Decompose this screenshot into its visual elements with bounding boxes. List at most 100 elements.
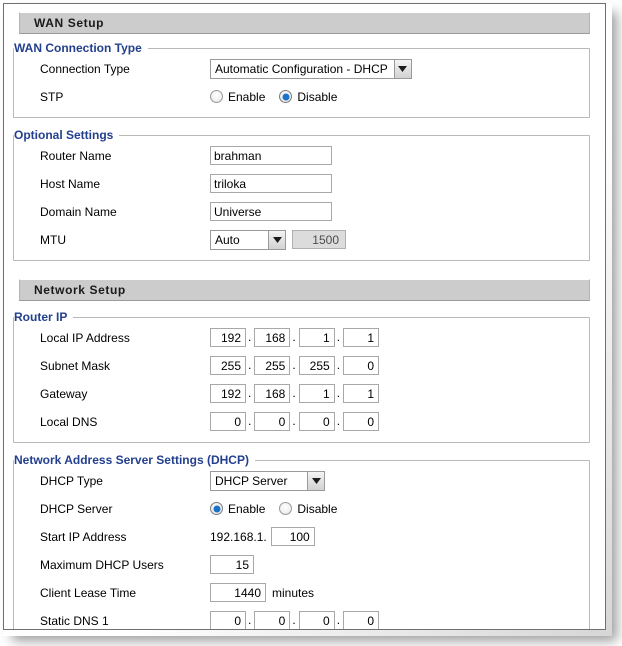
static-dns-1-octet-2[interactable] — [254, 611, 290, 630]
local-dns-octet-2[interactable] — [254, 412, 290, 431]
local-dns-octet-3[interactable] — [299, 412, 335, 431]
row-local-ip-address: Local IP Address . . . — [14, 327, 589, 348]
field-local-ip-address: . . . — [210, 328, 589, 347]
connection-type-select-value: Automatic Configuration - DHCP — [211, 60, 394, 78]
ip-separator: . — [290, 412, 298, 431]
ip-separator: . — [246, 611, 254, 630]
static-dns-1-octet-3[interactable] — [299, 611, 335, 630]
mtu-size-input — [292, 230, 346, 249]
client-lease-time-input[interactable] — [210, 583, 266, 602]
local-ip-octet-3[interactable] — [299, 328, 335, 347]
mtu-mode-select-value: Auto — [211, 231, 268, 249]
group-legend-dhcp-settings: Network Address Server Settings (DHCP) — [14, 453, 255, 467]
radio-indicator — [279, 502, 292, 515]
ip-separator: . — [335, 384, 343, 403]
stp-radio-enable[interactable]: Enable — [210, 90, 265, 104]
local-ip-octet-1[interactable] — [210, 328, 246, 347]
row-subnet-mask: Subnet Mask . . . — [14, 355, 589, 376]
chevron-down-icon — [307, 472, 324, 490]
row-connection-type: Connection Type Automatic Configuration … — [14, 58, 589, 79]
group-dhcp-settings: Network Address Server Settings (DHCP) D… — [13, 460, 590, 630]
row-local-dns: Local DNS . . . — [14, 411, 589, 432]
group-legend-router-ip: Router IP — [14, 310, 73, 324]
local-ip-octet-2[interactable] — [254, 328, 290, 347]
local-dns-octet-1[interactable] — [210, 412, 246, 431]
client-lease-time-unit: minutes — [266, 586, 314, 600]
router-name-input[interactable] — [210, 146, 332, 165]
field-local-dns: . . . — [210, 412, 589, 431]
field-dhcp-type: DHCP Server — [210, 471, 589, 491]
row-maximum-dhcp-users: Maximum DHCP Users — [14, 554, 589, 575]
field-stp: Enable Disable — [210, 90, 589, 104]
start-ip-last-octet-input[interactable] — [271, 527, 315, 546]
subnet-mask-octet-4[interactable] — [343, 356, 379, 375]
stp-radio-disable[interactable]: Disable — [279, 90, 337, 104]
connection-type-select[interactable]: Automatic Configuration - DHCP — [210, 59, 412, 79]
field-mtu: Auto — [210, 230, 589, 250]
group-optional-settings: Optional Settings Router Name Host Name … — [13, 135, 590, 261]
field-gateway: . . . — [210, 384, 589, 403]
row-domain-name: Domain Name — [14, 201, 589, 222]
subnet-mask-octet-3[interactable] — [299, 356, 335, 375]
ip-separator: . — [290, 611, 298, 630]
router-setup-page: WAN Setup WAN Connection Type Connection… — [3, 3, 606, 630]
label-dhcp-server: DHCP Server — [14, 502, 210, 516]
ip-separator: . — [290, 384, 298, 403]
stp-radio-group: Enable Disable — [210, 90, 351, 104]
radio-indicator — [210, 90, 223, 103]
label-gateway: Gateway — [14, 387, 210, 401]
field-domain-name — [210, 202, 589, 221]
section-title-network-setup: Network Setup — [20, 283, 126, 297]
label-start-ip-address: Start IP Address — [14, 530, 210, 544]
mtu-mode-select[interactable]: Auto — [210, 230, 286, 250]
group-legend-optional-settings: Optional Settings — [14, 128, 119, 142]
label-dhcp-type: DHCP Type — [14, 474, 210, 488]
dhcp-type-select[interactable]: DHCP Server — [210, 471, 325, 491]
local-ip-octet-4[interactable] — [343, 328, 379, 347]
local-dns-octet-4[interactable] — [343, 412, 379, 431]
dhcp-type-select-value: DHCP Server — [211, 472, 307, 490]
dhcp-server-radio-enable[interactable]: Enable — [210, 502, 265, 516]
host-name-input[interactable] — [210, 174, 332, 193]
ip-separator: . — [335, 328, 343, 347]
page-content: WAN Setup WAN Connection Type Connection… — [4, 4, 605, 630]
section-bar-wan-setup: WAN Setup — [19, 12, 590, 34]
label-connection-type: Connection Type — [14, 62, 210, 76]
ip-separator: . — [335, 356, 343, 375]
row-client-lease-time: Client Lease Time minutes — [14, 582, 589, 603]
row-mtu: MTU Auto — [14, 229, 589, 250]
dhcp-server-radio-enable-label: Enable — [228, 502, 265, 516]
field-host-name — [210, 174, 589, 193]
ip-separator: . — [246, 328, 254, 347]
dhcp-server-radio-disable[interactable]: Disable — [279, 502, 337, 516]
gateway-octet-3[interactable] — [299, 384, 335, 403]
label-local-dns: Local DNS — [14, 415, 210, 429]
ip-separator: . — [290, 328, 298, 347]
static-dns-1-octet-1[interactable] — [210, 611, 246, 630]
label-stp: STP — [14, 90, 210, 104]
ip-separator: . — [335, 611, 343, 630]
subnet-mask-octet-1[interactable] — [210, 356, 246, 375]
ip-separator: . — [246, 384, 254, 403]
gateway-octet-1[interactable] — [210, 384, 246, 403]
stp-radio-enable-label: Enable — [228, 90, 265, 104]
ip-separator: . — [246, 356, 254, 375]
gateway-octet-2[interactable] — [254, 384, 290, 403]
group-wan-connection-type: WAN Connection Type Connection Type Auto… — [13, 48, 590, 118]
ip-separator: . — [246, 412, 254, 431]
field-connection-type: Automatic Configuration - DHCP — [210, 59, 589, 79]
maximum-dhcp-users-input[interactable] — [210, 555, 254, 574]
section-title-wan-setup: WAN Setup — [20, 16, 104, 30]
gateway-octet-4[interactable] — [343, 384, 379, 403]
subnet-mask-octet-2[interactable] — [254, 356, 290, 375]
label-local-ip-address: Local IP Address — [14, 331, 210, 345]
ip-separator: . — [335, 412, 343, 431]
static-dns-1-octet-4[interactable] — [343, 611, 379, 630]
ip-separator: . — [290, 356, 298, 375]
row-start-ip-address: Start IP Address 192.168.1. — [14, 526, 589, 547]
label-static-dns-1: Static DNS 1 — [14, 614, 210, 628]
label-subnet-mask: Subnet Mask — [14, 359, 210, 373]
label-client-lease-time: Client Lease Time — [14, 586, 210, 600]
row-static-dns-1: Static DNS 1 . . . — [14, 610, 589, 630]
domain-name-input[interactable] — [210, 202, 332, 221]
